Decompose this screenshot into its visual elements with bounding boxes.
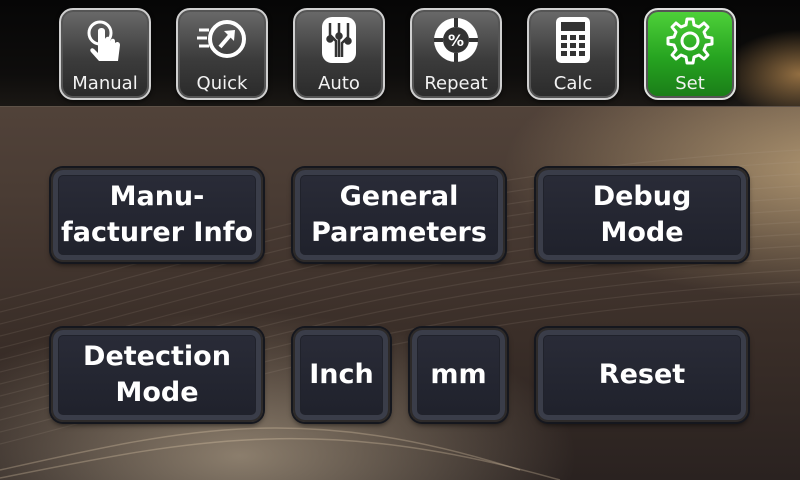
general-parameters-button[interactable]: General Parameters (293, 168, 505, 262)
percent-dial-icon: % (434, 18, 478, 62)
nav-set-button[interactable]: Set (644, 8, 736, 100)
unit-mm-button[interactable]: mm (410, 328, 507, 422)
nav-quick-label: Quick (196, 73, 248, 94)
nav-auto-button[interactable]: Auto (293, 8, 385, 100)
unit-mm-label: mm (430, 359, 487, 390)
manufacturer-info-button[interactable]: Manu-facturer Info (51, 168, 263, 262)
detection-mode-button[interactable]: Detection Mode (51, 328, 263, 422)
fast-forward-arrow-icon (197, 20, 246, 58)
calculator-icon (556, 17, 590, 63)
nav-auto-label: Auto (318, 73, 360, 94)
debug-mode-button[interactable]: Debug Mode (536, 168, 748, 262)
nav-quick-button[interactable]: Quick (176, 8, 268, 100)
svg-text:%: % (448, 31, 464, 50)
general-parameters-label: General Parameters (311, 181, 487, 248)
nav-calc-label: Calc (553, 73, 593, 94)
unit-inch-label: Inch (309, 359, 374, 390)
circuit-chip-icon (322, 17, 356, 63)
nav-repeat-button[interactable]: % Repeat (410, 8, 502, 100)
nav-manual-label: Manual (72, 73, 138, 94)
nav-set-label: Set (675, 73, 705, 94)
unit-inch-button[interactable]: Inch (293, 328, 390, 422)
reset-label: Reset (598, 359, 686, 390)
top-navigation-bar: Manual Quick Auto % Repeat Calc Set (0, 0, 800, 107)
reset-button[interactable]: Reset (536, 328, 748, 422)
detection-mode-label: Detection Mode (83, 341, 231, 408)
nav-repeat-label: Repeat (424, 73, 488, 94)
nav-calc-button[interactable]: Calc (527, 8, 619, 100)
gear-icon (666, 17, 714, 65)
manufacturer-info-label: Manu-facturer Info (60, 181, 253, 248)
hand-pointer-icon (87, 20, 120, 61)
debug-mode-label: Debug Mode (592, 181, 692, 248)
nav-manual-button[interactable]: Manual (59, 8, 151, 100)
